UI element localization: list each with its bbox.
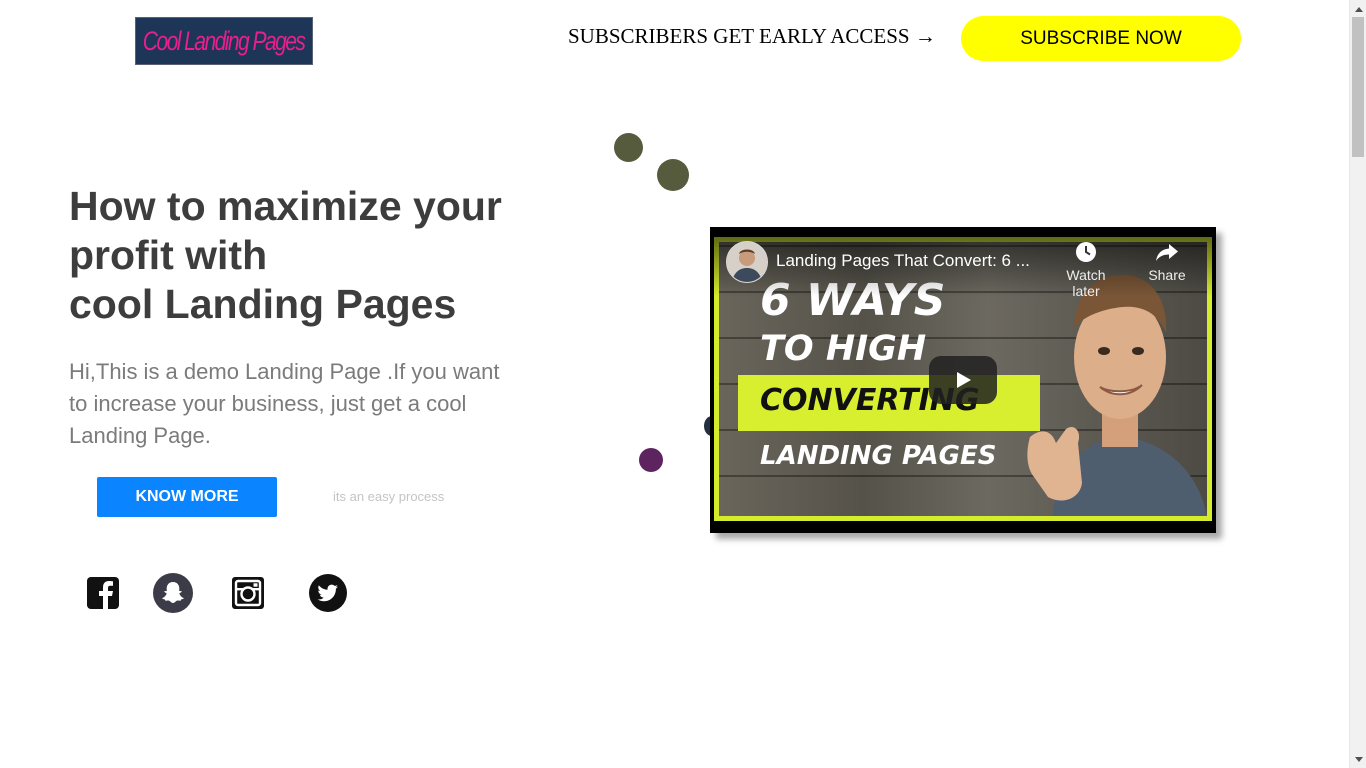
subscribe-now-button[interactable]: SUBSCRIBE NOW <box>961 16 1241 61</box>
watch-later-button[interactable]: Watch later <box>1051 241 1121 299</box>
decorative-dot <box>614 133 643 162</box>
play-icon <box>957 372 971 388</box>
share-button[interactable]: Share <box>1132 241 1202 283</box>
early-access-tagline: SUBSCRIBERS GET EARLY ACCESS → <box>568 24 936 48</box>
scrollbar-thumb[interactable] <box>1352 17 1364 157</box>
scroll-down-arrow-icon[interactable] <box>1350 751 1366 768</box>
scroll-up-arrow-icon[interactable] <box>1350 0 1366 17</box>
know-more-button[interactable]: KNOW MORE <box>97 477 277 517</box>
headline-line: How to maximize your <box>69 183 502 229</box>
video-thumbnail[interactable]: 6 WAYS TO HIGH CONVERTING LANDING PAGES <box>714 237 1212 521</box>
clock-icon <box>1076 242 1096 262</box>
decorative-dot <box>639 448 663 472</box>
share-icon <box>1156 244 1178 261</box>
logo-text: Cool Landing Pages <box>143 25 306 56</box>
instagram-icon[interactable] <box>228 573 268 613</box>
channel-avatar[interactable] <box>726 241 768 283</box>
headline-line: cool Landing Pages <box>69 281 457 327</box>
intro-paragraph: Hi,This is a demo Landing Page .If you w… <box>69 359 500 448</box>
cta-note: its an easy process <box>333 489 445 504</box>
logo[interactable]: Cool Landing Pages <box>135 17 313 65</box>
share-label: Share <box>1148 267 1186 283</box>
play-button[interactable] <box>929 356 997 404</box>
snapchat-icon[interactable] <box>153 573 193 613</box>
decorative-dot <box>657 159 689 191</box>
twitter-icon[interactable] <box>308 573 348 613</box>
video-embed[interactable]: 6 WAYS TO HIGH CONVERTING LANDING PAGES <box>710 227 1216 533</box>
landing-page: Cool Landing Pages SUBSCRIBERS GET EARLY… <box>0 0 1349 768</box>
headline-line: profit with <box>69 232 268 278</box>
watch-later-label: Watch later <box>1066 267 1106 299</box>
facebook-icon[interactable] <box>83 573 123 613</box>
video-title[interactable]: Landing Pages That Convert: 6 ... <box>776 251 1030 271</box>
page-headline: How to maximize your profit with cool La… <box>69 182 569 329</box>
page-scrollbar[interactable] <box>1349 0 1366 768</box>
